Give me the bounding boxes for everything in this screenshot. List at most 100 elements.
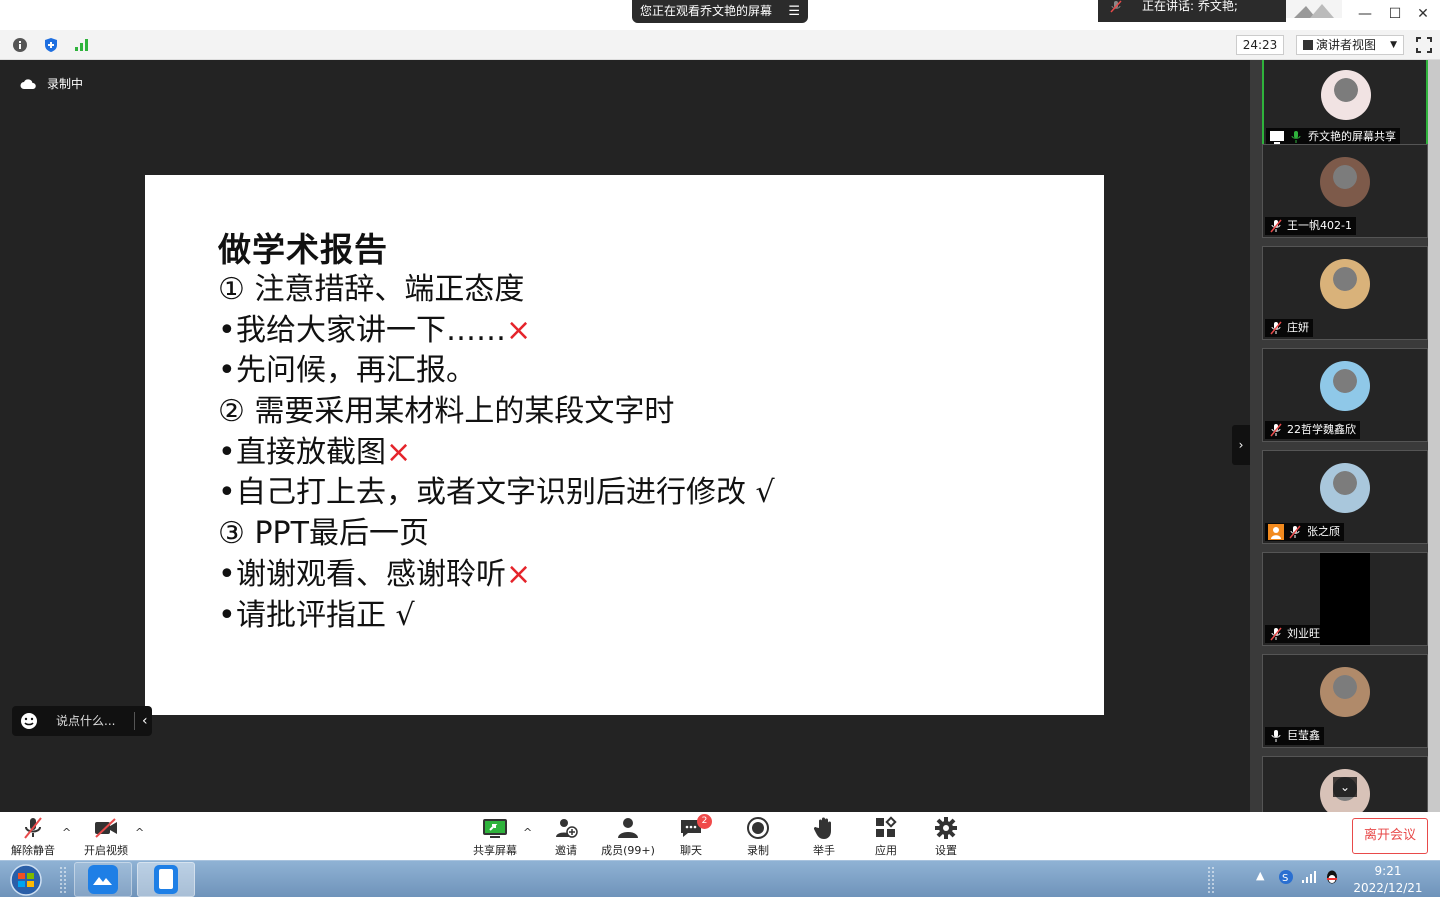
chat-placeholder: 说点什么... [56, 714, 116, 728]
audio-options-caret-icon[interactable]: ^ [62, 826, 71, 839]
tray-expand-icon[interactable]: ▲ [1256, 869, 1272, 885]
slide-line-text: 请批评指正 √ [236, 597, 415, 633]
emoji-icon[interactable] [20, 712, 38, 730]
slide-line: •请批评指正 √ [218, 596, 1078, 637]
video-off-icon [95, 818, 117, 838]
avatar [1321, 70, 1371, 120]
taskbar-meeting-app[interactable] [74, 862, 132, 897]
gallery-scrollbar[interactable] [1428, 60, 1440, 812]
close-button[interactable]: ✕ [1412, 4, 1434, 24]
shared-screen-slide: 做学术报告 ① 注意措辞、端正态度 •我给大家讲一下……× •先问候，再汇报。 ② 需… [145, 175, 1104, 715]
viewing-indicator[interactable]: 您正在观看乔文艳的屏幕 ☰ [632, 0, 808, 23]
chat-quick-input[interactable]: 说点什么... ‹ [12, 706, 152, 736]
avatar [1320, 157, 1370, 207]
video-options-caret-icon[interactable]: ^ [135, 826, 144, 839]
muted-mic-icon [1110, 0, 1122, 13]
participant-name-bar: 巨莹鑫 [1265, 727, 1324, 745]
muted-mic-icon [1270, 423, 1282, 437]
start-video-button[interactable]: 开启视频 [82, 816, 130, 858]
participant-name-bar: 庄妍 [1265, 319, 1313, 337]
tray-grip [1208, 867, 1214, 893]
chat-button[interactable]: 2 聊天 [675, 814, 712, 858]
slide-line-text: 需要采用某材料上的某段文字时 [254, 394, 675, 430]
qq-tray-icon[interactable] [1324, 869, 1340, 885]
slide-line: ① 注意措辞、端正态度 [218, 270, 1078, 311]
participant-tile[interactable]: 张之颀 [1262, 450, 1428, 544]
meeting-toolbar: 解除静音 ^ 开启视频 ^ 共享屏幕 ^ 邀请 成员(99+) 2 聊天 录制 [0, 812, 1440, 860]
participant-tile[interactable]: 巨莹鑫 [1262, 654, 1428, 748]
raise-hand-button[interactable]: 举手 [808, 816, 840, 858]
share-screen-label: 共享屏幕 [473, 844, 517, 857]
chat-unread-badge: 2 [697, 814, 712, 829]
fullscreen-icon[interactable] [1416, 37, 1432, 53]
scroll-down-chevron-icon[interactable]: ⌄ [1333, 777, 1357, 797]
muted-mic-icon [1270, 321, 1282, 335]
add-user-icon [556, 819, 578, 838]
invite-button[interactable]: 邀请 [550, 816, 582, 858]
slide-line-prefix: • [218, 353, 236, 389]
participant-tile[interactable]: 22哲学魏鑫欣 [1262, 348, 1428, 442]
participant-tile[interactable]: 庄妍 [1262, 246, 1428, 340]
system-clock[interactable]: 9:21 2022/12/21 [1344, 863, 1432, 897]
raise-hand-icon [813, 817, 831, 839]
view-mode-label: 演讲者视图 [1316, 38, 1377, 52]
record-label: 录制 [747, 844, 769, 857]
participant-tile[interactable]: 刘业旺 [1262, 552, 1428, 646]
settings-button[interactable]: 设置 [930, 816, 962, 858]
invite-label: 邀请 [555, 844, 577, 857]
members-icon [618, 818, 638, 838]
apps-button[interactable]: 应用 [870, 816, 902, 858]
viewing-menu-icon[interactable]: ☰ [788, 0, 800, 23]
ime-icon[interactable]: S [1278, 869, 1294, 885]
clock-time: 9:21 [1374, 864, 1402, 878]
participant-name-bar: 22哲学魏鑫欣 [1265, 421, 1360, 439]
slide-line-prefix: ② [218, 394, 255, 430]
participant-tile[interactable]: ⌄ [1262, 756, 1428, 812]
meeting-info-bar: 24:23 演讲者视图 ▼ [0, 30, 1440, 60]
info-icon[interactable] [12, 37, 28, 53]
avatar [1320, 667, 1370, 717]
clock-date: 2022/12/21 [1353, 881, 1423, 895]
minimize-button[interactable]: — [1354, 4, 1376, 24]
slide-line-text: 谢谢观看、感谢聆听 [236, 556, 506, 592]
participant-tile[interactable]: 乔文艳的屏幕共享 [1262, 60, 1428, 150]
leave-meeting-button[interactable]: 离开会议 [1352, 818, 1428, 854]
mic-icon [1271, 730, 1281, 742]
participant-name-bar: 张之颀 [1265, 523, 1344, 541]
active-speaker-box: 正在讲话: 乔文艳; [1098, 0, 1286, 22]
unmute-button[interactable]: 解除静音 [8, 816, 58, 858]
host-icon [1268, 524, 1284, 540]
share-screen-icon [483, 819, 507, 838]
collapse-chevron-icon[interactable]: ‹ [142, 706, 148, 736]
screen-share-icon [1270, 131, 1284, 144]
wrong-mark-icon: × [506, 556, 532, 592]
share-screen-button[interactable]: 共享屏幕 [470, 816, 520, 858]
windows-start-icon[interactable] [6, 863, 46, 897]
slide-line-prefix: ① [218, 272, 255, 307]
chevron-down-icon: ▼ [1390, 40, 1397, 50]
members-button[interactable]: 成员(99+) [600, 816, 656, 858]
muted-mic-icon [1270, 627, 1282, 641]
slide-line: •我给大家讲一下……× [218, 311, 1078, 352]
recording-indicator: 录制中 [20, 75, 83, 93]
recording-label: 录制中 [47, 77, 84, 91]
slide-line-prefix: • [218, 312, 236, 348]
viewing-label: 您正在观看乔文艳的屏幕 [640, 4, 773, 18]
members-label: 成员(99+) [601, 844, 655, 857]
network-tray-icon[interactable] [1301, 869, 1317, 885]
panel-toggle-chevron-icon[interactable]: › [1232, 425, 1250, 465]
network-signal-icon[interactable] [73, 37, 89, 53]
maximize-button[interactable]: ☐ [1384, 4, 1406, 24]
taskbar-phone-app[interactable] [137, 862, 195, 897]
divider [134, 712, 135, 730]
share-options-caret-icon[interactable]: ^ [523, 826, 532, 839]
view-mode-dropdown[interactable]: 演讲者视图 ▼ [1296, 35, 1404, 55]
record-button[interactable]: 录制 [742, 816, 774, 858]
security-shield-icon[interactable] [43, 37, 59, 53]
participant-name: 张之颀 [1307, 525, 1340, 538]
participant-name: 庄妍 [1287, 321, 1309, 334]
participant-gallery: 乔文艳的屏幕共享 王一帆402-1 庄妍 22哲学魏鑫欣张之颀刘业旺巨莹鑫 ⌄ [1250, 60, 1440, 812]
participant-tile[interactable]: 王一帆402-1 [1262, 144, 1428, 238]
start-video-label: 开启视频 [84, 844, 128, 857]
slide-line-text: 自己打上去，或者文字识别后进行修改 √ [236, 475, 775, 511]
